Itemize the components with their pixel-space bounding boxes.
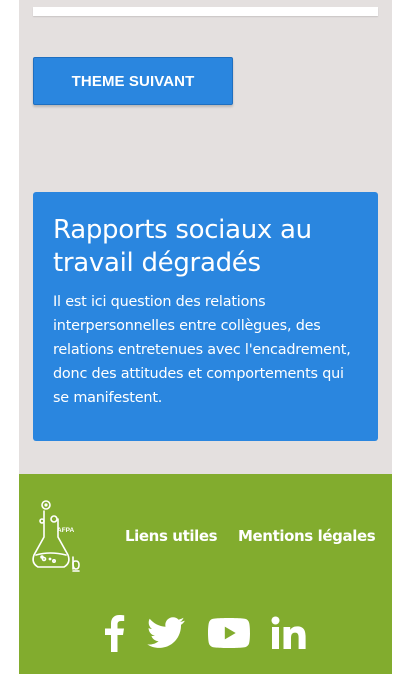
theme-card: Rapports sociaux au travail dégradés Il … [33, 192, 378, 441]
afpa-lab-logo[interactable]: AFPA lab [30, 497, 80, 577]
next-theme-button[interactable]: THEME SUIVANT [33, 57, 233, 105]
previous-content-card-edge [33, 7, 378, 16]
facebook-link[interactable] [101, 612, 127, 654]
linkedin-icon [271, 616, 306, 649]
card-title: Rapports sociaux au travail dégradés [53, 215, 312, 278]
youtube-icon [208, 618, 250, 648]
footer-link-legal-notices[interactable]: Mentions légales [238, 527, 376, 545]
footer-link-useful-links[interactable]: Liens utiles [125, 527, 218, 545]
youtube-link[interactable] [207, 612, 251, 654]
logo-text: AFPA [57, 527, 75, 534]
facebook-icon [105, 615, 125, 652]
twitter-link[interactable] [145, 612, 187, 654]
twitter-icon [147, 617, 185, 648]
flask-logo-icon: AFPA [32, 500, 80, 572]
linkedin-link[interactable] [270, 612, 308, 654]
card-description: Il est ici question des relations interp… [53, 294, 351, 406]
